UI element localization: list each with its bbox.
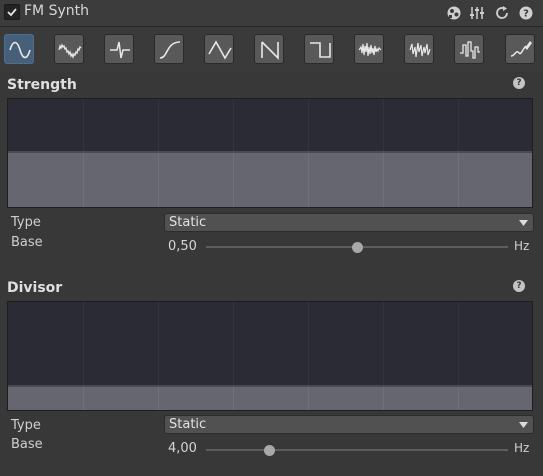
divisor-help-icon[interactable]: ? (513, 280, 525, 292)
strength-type-label: Type (11, 215, 41, 230)
noise-icon (358, 42, 382, 57)
divisor-curve-graph[interactable] (7, 301, 533, 411)
strength-graph-fill (8, 151, 532, 207)
component-header: FM Synth ? (0, 0, 543, 27)
strength-base-slider-thumb[interactable] (352, 242, 363, 253)
step-noise-icon (460, 41, 480, 59)
divisor-graph-fill (8, 385, 532, 410)
triangle-wave-button[interactable] (204, 34, 234, 64)
strength-unit-label: Hz (514, 239, 530, 253)
strength-base-value[interactable]: 0,50 (168, 239, 197, 254)
smooth-step-button[interactable] (154, 34, 184, 64)
step-noise-button[interactable] (454, 34, 484, 64)
custom-curve-button[interactable] (505, 34, 535, 64)
waveform-toolbar (0, 27, 543, 72)
preset-icon[interactable] (446, 5, 462, 21)
triangle-wave-icon (208, 40, 232, 60)
strength-curve-graph[interactable] (7, 98, 533, 208)
divisor-type-value: Static (169, 417, 207, 432)
enable-checkbox[interactable] (4, 4, 20, 20)
chevron-down-icon (519, 422, 528, 428)
sawtooth-wave-button[interactable] (254, 34, 284, 64)
smooth-step-icon (159, 41, 181, 59)
divisor-type-label: Type (11, 418, 41, 433)
divisor-base-value[interactable]: 4,00 (168, 441, 197, 456)
pulse-button[interactable] (104, 34, 134, 64)
random-noise-button[interactable] (404, 34, 434, 64)
strength-type-value: Static (169, 215, 207, 230)
strength-type-dropdown[interactable]: Static (164, 213, 534, 232)
divisor-base-slider-track[interactable] (206, 449, 508, 451)
pulse-icon (110, 41, 130, 59)
noisy-sine-button[interactable] (54, 34, 84, 64)
noise-button[interactable] (354, 34, 384, 64)
help-icon[interactable]: ? (518, 5, 534, 21)
sawtooth-wave-icon (261, 41, 279, 60)
random-noise-icon (409, 42, 431, 58)
sine-wave-icon (9, 41, 31, 59)
divisor-section-title: Divisor (7, 280, 63, 296)
reset-icon[interactable] (494, 5, 510, 21)
divisor-type-dropdown[interactable]: Static (164, 415, 534, 434)
component-title: FM Synth (24, 3, 89, 19)
divisor-base-slider-thumb[interactable] (264, 445, 275, 456)
checkmark-icon (7, 8, 17, 17)
noisy-sine-icon (58, 43, 82, 60)
strength-section-title: Strength (7, 77, 77, 93)
divisor-unit-label: Hz (514, 441, 530, 455)
square-wave-icon (310, 42, 331, 58)
sine-wave-button[interactable] (4, 34, 34, 64)
divisor-base-label: Base (11, 437, 43, 452)
square-wave-button[interactable] (304, 34, 334, 64)
svg-text:?: ? (523, 9, 529, 20)
custom-curve-icon (510, 41, 532, 57)
strength-help-icon[interactable]: ? (513, 77, 525, 89)
strength-base-label: Base (11, 235, 43, 250)
settings-sliders-icon[interactable] (469, 5, 485, 21)
chevron-down-icon (519, 220, 528, 226)
